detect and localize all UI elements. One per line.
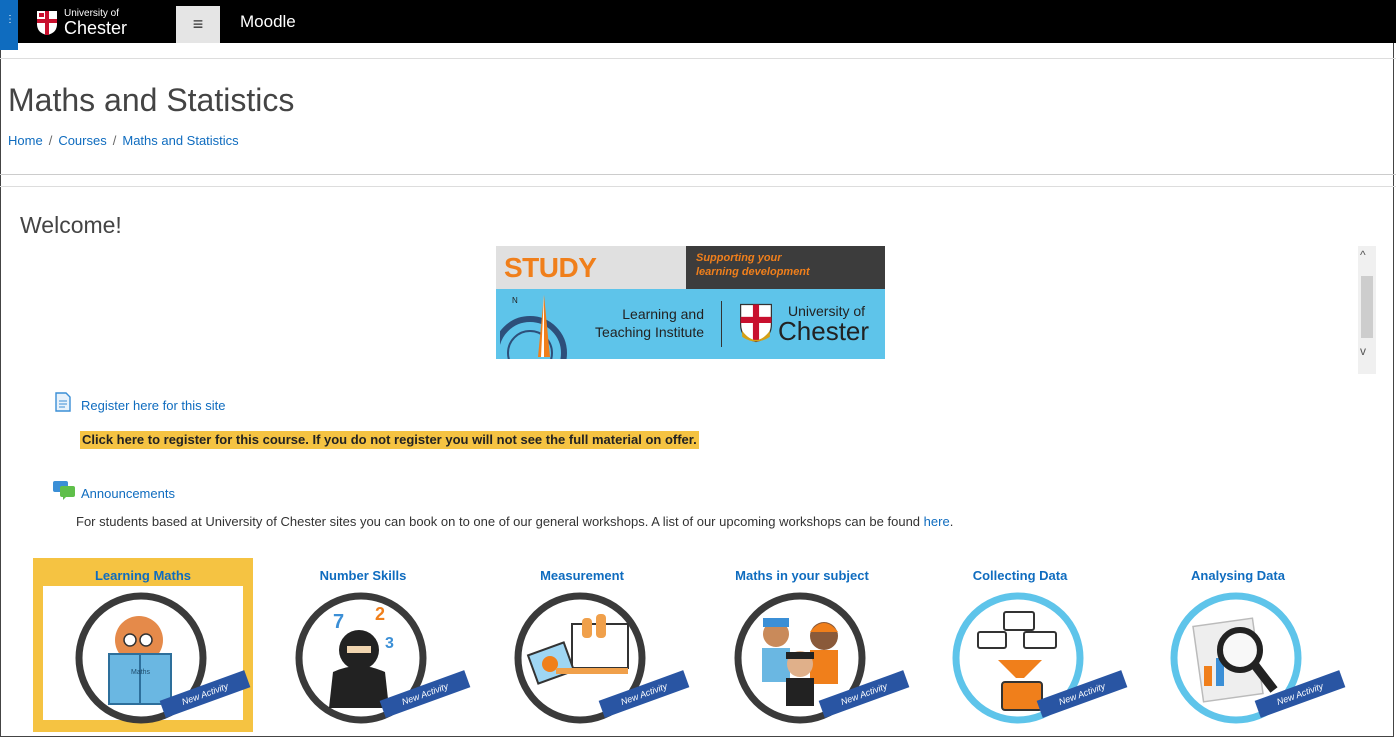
breadcrumb-current[interactable]: Maths and Statistics <box>122 133 238 148</box>
svg-text:N: N <box>512 296 518 305</box>
page-title: Maths and Statistics <box>8 82 295 118</box>
breadcrumb-separator: / <box>48 133 53 148</box>
banner-title-area: STUDY SKILLS <box>496 246 686 315</box>
workshops-here-link[interactable]: here <box>924 514 950 529</box>
page-icon <box>55 392 71 412</box>
university-logo[interactable]: University of Chester <box>36 8 164 38</box>
announcement-body: For students based at University of Ches… <box>76 514 921 529</box>
compass-icon: N <box>500 295 567 359</box>
banner-bottom: N Learning and Teaching Institute Univer… <box>496 289 885 359</box>
activity-tile-learning-maths[interactable]: Learning Maths Maths New Activity <box>33 558 253 732</box>
study-skills-banner: STUDY SKILLS Supporting your learning de… <box>496 246 885 359</box>
crest-icon <box>740 303 772 343</box>
activity-label[interactable]: Maths in your subject <box>692 568 912 583</box>
section-heading: Welcome! <box>20 212 122 238</box>
breadcrumb-home[interactable]: Home <box>8 133 43 148</box>
banner-tagline-area: Supporting your learning development <box>686 246 885 289</box>
banner-uni-line2: Chester <box>778 316 870 346</box>
breadcrumb: Home / Courses / Maths and Statistics <box>8 133 239 148</box>
banner-divider <box>721 301 722 347</box>
divider <box>0 174 1396 175</box>
activity-label[interactable]: Number Skills <box>253 568 473 583</box>
institute-line1: Learning and <box>622 306 704 322</box>
svg-text:7: 7 <box>333 611 344 633</box>
scroll-up-icon[interactable]: ^ <box>1360 248 1366 262</box>
announcements-link[interactable]: Announcements <box>81 486 175 501</box>
announcement-end: . <box>949 514 954 529</box>
activity-label[interactable]: Analysing Data <box>1128 568 1348 583</box>
activity-tile-collecting-data[interactable]: Collecting Data New Activity <box>910 558 1130 732</box>
vertical-scrollbar[interactable]: ^ v <box>1358 246 1376 374</box>
register-link[interactable]: Register here for this site <box>81 398 226 413</box>
activity-label[interactable]: Measurement <box>472 568 692 583</box>
scrollbar-thumb[interactable] <box>1361 276 1373 338</box>
banner-tagline-1: Supporting your <box>696 252 782 264</box>
activity-tile-maths-in-your-subject[interactable]: Maths in your subject New Activity <box>692 558 912 732</box>
hamburger-menu-icon[interactable]: ≡ <box>176 6 220 43</box>
top-navbar: ⋮ University of Chester ≡ Moodle <box>0 0 1396 50</box>
svg-text:2: 2 <box>375 604 385 624</box>
activity-tile-analysing-data[interactable]: Analysing Data New Activity <box>1128 558 1348 732</box>
forum-icon <box>53 481 75 500</box>
svg-text:Maths: Maths <box>131 669 151 676</box>
breadcrumb-separator: / <box>112 133 117 148</box>
logo-line2: Chester <box>64 18 128 38</box>
announcement-text: For students based at University of Ches… <box>76 514 953 529</box>
activity-tile-number-skills[interactable]: Number Skills 7 2 3 New Activity <box>253 558 473 732</box>
divider <box>0 186 1396 187</box>
breadcrumb-courses[interactable]: Courses <box>58 133 106 148</box>
institute-line2: Teaching Institute <box>595 324 704 340</box>
register-notice-link[interactable]: Click here to register for this course. … <box>80 431 699 449</box>
drawer-toggle-strip[interactable]: ⋮ <box>0 0 18 50</box>
site-name-link[interactable]: Moodle <box>240 12 296 32</box>
activity-label[interactable]: Collecting Data <box>910 568 1130 583</box>
activity-tile-measurement[interactable]: Measurement New Activity <box>472 558 692 732</box>
banner-tagline-2: learning development <box>696 266 810 278</box>
more-icon[interactable]: ⋮ <box>5 15 15 25</box>
activity-label[interactable]: Learning Maths <box>33 568 253 583</box>
divider <box>0 58 1396 59</box>
svg-text:3: 3 <box>385 635 394 652</box>
scroll-down-icon[interactable]: v <box>1360 344 1366 358</box>
crest-icon <box>37 11 57 35</box>
